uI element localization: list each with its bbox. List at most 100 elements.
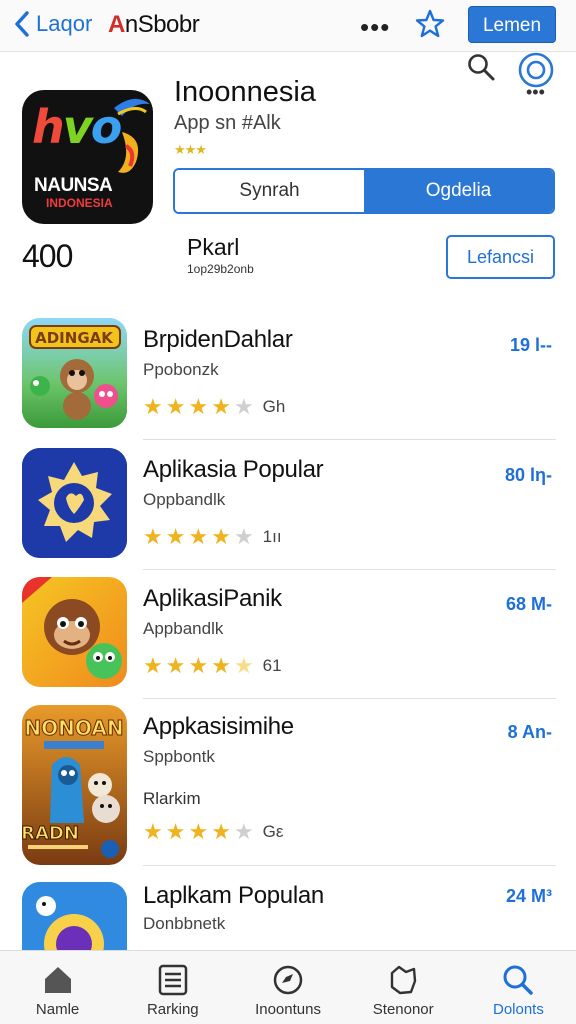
star-icon: ★ (188, 524, 209, 549)
bottom-tab-bar: Namle Rarking Inoontuns Stenonor Dolonts (0, 950, 576, 1024)
app-size: 24 M³ (505, 886, 552, 906)
star-icon: ★ (188, 819, 209, 844)
tab-map[interactable]: Stenonor (346, 951, 461, 1024)
star-icon: ★ (165, 524, 186, 549)
tab-explore[interactable]: Inoontuns (230, 951, 345, 1024)
app-name: Appkasisimihe (143, 713, 294, 740)
featured-count: 400 (22, 238, 73, 274)
app-developer: Ppobonzk (143, 360, 219, 379)
brand-rest: nSbobr (124, 11, 200, 38)
rating-count: 61 (262, 656, 282, 675)
ranking-icon (158, 964, 188, 996)
app-developer: Donbbnetk (143, 914, 226, 933)
segment-left[interactable]: Synrah (175, 170, 364, 212)
svg-text:ADINGAK: ADINGAK (35, 329, 114, 347)
explore-icon (273, 965, 303, 995)
sun-badge-icon (22, 448, 127, 558)
rating-count: 1ıı (262, 527, 282, 546)
app-name: Aplikasia Popular (143, 456, 324, 483)
app-name: Laplkam Populan (143, 882, 324, 909)
monkey-character-icon: ADINGAK (22, 318, 127, 428)
app-name: BrpidenDahlar (143, 326, 293, 353)
featured-logo-sub: INDONESIA (46, 196, 113, 210)
app-rating: ★ ★ ★ ★ ★ Gε (143, 821, 283, 843)
featured-logo-name: NAUNSA (34, 175, 113, 196)
tab-home[interactable]: Namle (0, 951, 115, 1024)
overflow-menu-icon[interactable]: ••• (526, 82, 545, 103)
tab-label: Stenonor (372, 1001, 434, 1018)
app-size: 68 M- (505, 594, 552, 614)
featured-info-title: Pkarl (187, 234, 240, 260)
star-icon: ★ (211, 819, 231, 844)
star-icon: ★ (211, 653, 231, 678)
divider (143, 698, 556, 699)
more-icon[interactable]: ••• (360, 12, 390, 43)
monkey-face-icon (22, 577, 127, 687)
divider (143, 569, 556, 570)
star-empty-icon: ★ (233, 394, 254, 419)
lefancsi-button[interactable]: Lefancsi (446, 235, 555, 279)
featured-app-icon[interactable]: hvo NAUNSA INDONESIA (22, 90, 153, 224)
segment-right[interactable]: Ogdelia (364, 170, 553, 212)
star-icon: ★ (211, 394, 231, 419)
star-half-icon: ★ (233, 653, 254, 678)
app-icon[interactable] (22, 882, 127, 950)
lemen-button[interactable]: Lemen (468, 6, 556, 43)
star-icon: ★ (188, 394, 209, 419)
featured-info-subtitle: 1op29b2onb (187, 262, 254, 276)
camera-character-icon (22, 882, 127, 950)
back-button[interactable]: Laqor (12, 10, 92, 38)
svg-text:NONOAN: NONOAN (24, 716, 123, 740)
rating-count: Gε (262, 822, 284, 841)
brand-accent: A (108, 11, 125, 38)
app-developer: Sppbontk (143, 747, 215, 766)
app-rating: ★ ★ ★ ★ ★ 61 (143, 655, 282, 677)
map-icon (391, 965, 417, 995)
featured-app-subtitle: App sn #Alk (174, 112, 281, 134)
app-developer: Appbandlk (143, 619, 224, 638)
app-size: 19 l-- (509, 335, 552, 355)
tab-label: Inoontuns (255, 1001, 321, 1018)
app-developer: Oppbandlk (143, 490, 226, 509)
chevron-left-icon (15, 11, 29, 37)
star-icon: ★ (165, 394, 186, 419)
star-icon[interactable] (414, 8, 446, 40)
star-icon: ★ (165, 819, 186, 844)
app-size: 80 lη- (504, 465, 552, 485)
tab-search[interactable]: Dolonts (461, 951, 576, 1024)
star-icon: ★ (143, 524, 163, 549)
app-extra-label: Rlarkim (143, 789, 201, 808)
back-label: Laqor (36, 11, 93, 36)
star-icon: ★ (165, 653, 186, 678)
tab-ranking[interactable]: Rarking (115, 951, 230, 1024)
app-icon[interactable] (22, 448, 127, 558)
app-rating: ★ ★ ★ ★ ★ Gh (143, 396, 285, 418)
app-size: 8 An- (507, 722, 552, 742)
game-poster-icon: NONOAN RADN (22, 705, 127, 865)
star-icon: ★ (143, 653, 163, 678)
search-icon[interactable] (466, 52, 496, 82)
list-item[interactable]: Laplkam Populan Donbbnetk 24 M³ (0, 880, 576, 950)
star-icon: ★ (188, 653, 209, 678)
app-icon[interactable] (22, 577, 127, 687)
app-name: AplikasiPanik (143, 585, 282, 612)
app-icon[interactable]: ADINGAK (22, 318, 127, 428)
divider (143, 865, 556, 866)
store-brand: AnSbobr (108, 11, 200, 39)
star-icon: ★ (143, 819, 163, 844)
app-icon[interactable]: NONOAN RADN (22, 705, 127, 865)
tab-label: Dolonts (492, 1001, 544, 1018)
home-icon (44, 967, 71, 993)
featured-app-title: Inoonnesia (174, 76, 316, 108)
star-icon: ★ (143, 394, 163, 419)
rating-count: Gh (262, 397, 286, 416)
star-empty-icon: ★ (233, 524, 254, 549)
divider (143, 439, 556, 440)
top-nav-bar: Laqor AnSbobr ••• Lemen (0, 0, 576, 52)
app-rating: ★ ★ ★ ★ ★ 1ıı (143, 526, 282, 548)
tab-label: Namle (35, 1001, 80, 1018)
segmented-control: Synrah Ogdelia (173, 168, 555, 214)
search-icon (503, 965, 534, 995)
svg-text:RADN: RADN (22, 823, 79, 844)
star-icon: ★ (211, 524, 231, 549)
